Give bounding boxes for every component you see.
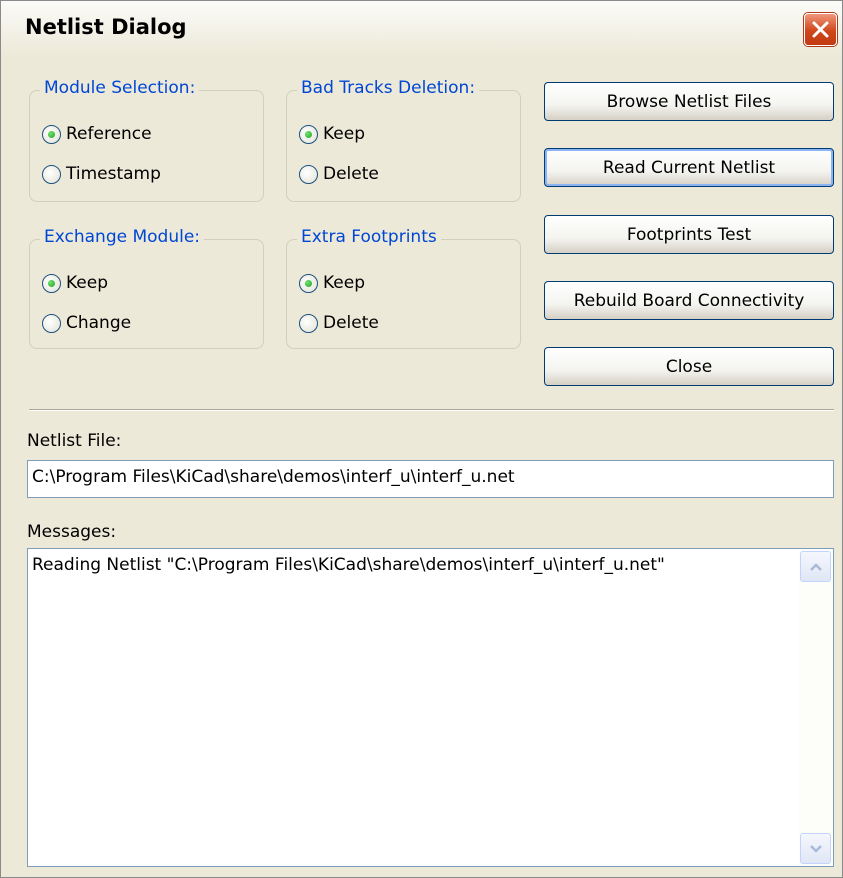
extra-footprints-legend: Extra Footprints [297,227,441,247]
messages-textarea[interactable]: Reading Netlist "C:\Program Files\KiCad\… [27,548,834,867]
radio-button-checked[interactable] [42,124,61,144]
radio-label: Reference [66,124,152,144]
scroll-up-button[interactable] [800,551,831,582]
netlist-file-input[interactable]: C:\Program Files\KiCad\share\demos\inter… [27,460,834,498]
radio-bad-tracks-keep[interactable]: Keep [299,122,365,146]
radio-label: Keep [323,124,366,144]
close-button[interactable]: Close [544,347,834,386]
scroll-down-button[interactable] [800,833,831,864]
radio-exchange-change[interactable]: Change [42,311,131,335]
radio-extra-delete[interactable]: Delete [299,311,379,335]
radio-exchange-keep[interactable]: Keep [42,271,108,295]
scroll-up-arrow-icon [810,563,822,571]
radio-label: Delete [323,313,379,333]
module-selection-group: Module Selection: Reference Timestamp [29,78,264,202]
window-title: Netlist Dialog [25,15,187,39]
radio-button-unchecked[interactable] [42,164,61,184]
rebuild-board-connectivity-button[interactable]: Rebuild Board Connectivity [544,281,834,320]
radio-label: Keep [323,273,366,293]
radio-button-unchecked[interactable] [299,164,318,184]
exchange-module-legend: Exchange Module: [40,227,205,247]
close-window-button[interactable] [804,13,837,46]
separator [29,409,834,411]
bad-tracks-deletion-legend: Bad Tracks Deletion: [297,78,480,98]
messages-text: Reading Netlist "C:\Program Files\KiCad\… [32,555,665,575]
title-bar[interactable]: Netlist Dialog [1,1,842,57]
radio-button-unchecked[interactable] [299,313,318,333]
module-selection-legend: Module Selection: [40,78,200,98]
bad-tracks-deletion-group: Bad Tracks Deletion: Keep Delete [286,78,521,202]
radio-button-checked[interactable] [299,124,318,144]
read-current-netlist-button[interactable]: Read Current Netlist [544,148,834,187]
extra-footprints-group: Extra Footprints Keep Delete [286,227,521,349]
footprints-test-button[interactable]: Footprints Test [544,215,834,254]
radio-button-checked[interactable] [42,273,61,293]
radio-button-checked[interactable] [299,273,318,293]
radio-label: Delete [323,164,379,184]
radio-label: Keep [66,273,109,293]
radio-reference[interactable]: Reference [42,122,152,146]
messages-scrollbar[interactable] [799,550,832,865]
messages-label: Messages: [27,522,117,542]
close-icon [812,21,829,38]
radio-label: Change [66,313,132,333]
netlist-dialog-window: Netlist Dialog Module Selection: Referen… [0,0,843,878]
radio-bad-tracks-delete[interactable]: Delete [299,162,379,186]
netlist-file-label: Netlist File: [27,431,122,451]
radio-timestamp[interactable]: Timestamp [42,162,161,186]
scroll-down-arrow-icon [810,845,822,853]
browse-netlist-files-button[interactable]: Browse Netlist Files [544,82,834,121]
exchange-module-group: Exchange Module: Keep Change [29,227,264,349]
radio-button-unchecked[interactable] [42,313,61,333]
radio-extra-keep[interactable]: Keep [299,271,365,295]
radio-label: Timestamp [66,164,161,184]
